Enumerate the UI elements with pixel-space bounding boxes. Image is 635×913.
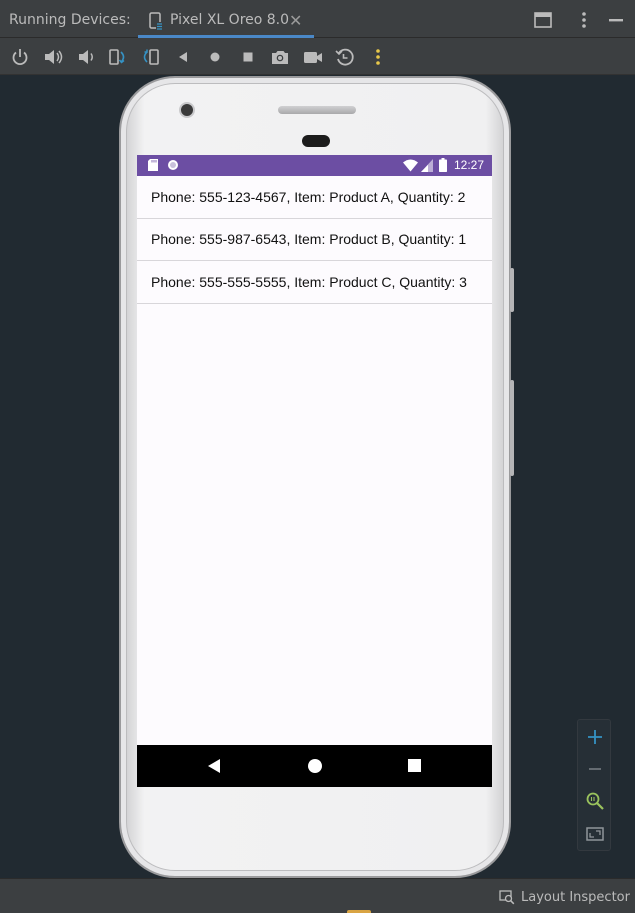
layout-inspector-icon xyxy=(499,890,515,905)
cell-signal-icon xyxy=(421,159,433,172)
device-icon xyxy=(149,12,163,30)
home-icon[interactable] xyxy=(204,46,226,68)
rotate-left-icon[interactable] xyxy=(107,46,129,68)
nav-home-icon[interactable] xyxy=(308,759,322,773)
list-item[interactable]: Phone: 555-987-6543, Item: Product B, Qu… xyxy=(137,219,492,261)
front-camera xyxy=(179,102,195,118)
zoom-in-icon[interactable] xyxy=(584,726,606,748)
navigation-bar xyxy=(137,745,492,787)
screenshot-icon[interactable] xyxy=(269,46,291,68)
options-menu-icon[interactable] xyxy=(574,10,594,30)
power-icon[interactable] xyxy=(9,46,31,68)
nav-back-icon[interactable] xyxy=(207,758,221,774)
nav-recents-icon[interactable] xyxy=(408,759,421,772)
order-list: Phone: 555-123-4567, Item: Product A, Qu… xyxy=(137,176,492,304)
overview-icon[interactable] xyxy=(237,46,259,68)
list-item[interactable]: Phone: 555-555-5555, Item: Product C, Qu… xyxy=(137,261,492,304)
device-toolbar xyxy=(0,38,635,75)
layout-inspector-label: Layout Inspector xyxy=(521,889,630,905)
more-options-icon[interactable] xyxy=(367,46,389,68)
panel-title: Running Devices: xyxy=(9,12,131,28)
window-layout-icon[interactable] xyxy=(533,10,553,30)
side-button xyxy=(510,268,514,312)
volume-rocker xyxy=(510,380,514,476)
back-icon[interactable] xyxy=(172,46,194,68)
zoom-controls xyxy=(577,719,611,851)
zoom-fit-icon[interactable] xyxy=(584,823,606,845)
zoom-out-icon[interactable] xyxy=(584,758,606,780)
list-item[interactable]: Phone: 555-123-4567, Item: Product A, Qu… xyxy=(137,176,492,219)
rotate-right-icon[interactable] xyxy=(139,46,161,68)
volume-down-icon[interactable] xyxy=(75,46,97,68)
layout-inspector-button[interactable]: Layout Inspector xyxy=(499,887,630,907)
sync-icon xyxy=(168,160,178,170)
zoom-actual-icon[interactable] xyxy=(584,790,606,812)
snapshot-icon[interactable] xyxy=(334,46,356,68)
sd-card-icon xyxy=(148,159,158,171)
status-time: 12:27 xyxy=(454,158,485,172)
screen-record-icon[interactable] xyxy=(302,46,324,68)
battery-icon xyxy=(439,158,447,172)
close-icon[interactable]: ✕ xyxy=(289,11,302,30)
wifi-icon xyxy=(403,159,418,172)
running-devices-tabbar: Running Devices: Pixel XL Oreo 8.0 ✕ xyxy=(0,0,635,38)
minimize-icon[interactable] xyxy=(606,10,626,30)
earpiece xyxy=(302,135,330,147)
volume-up-icon[interactable] xyxy=(42,46,64,68)
bottom-bar: Layout Inspector xyxy=(0,878,635,913)
device-screen[interactable]: 12:27 Phone: 555-123-4567, Item: Product… xyxy=(137,155,492,787)
top-speaker xyxy=(278,106,356,114)
status-bar: 12:27 xyxy=(137,155,492,176)
tab-pixel-xl-oreo[interactable]: Pixel XL Oreo 8.0 ✕ xyxy=(138,0,314,38)
tab-label: Pixel XL Oreo 8.0 xyxy=(170,12,290,28)
